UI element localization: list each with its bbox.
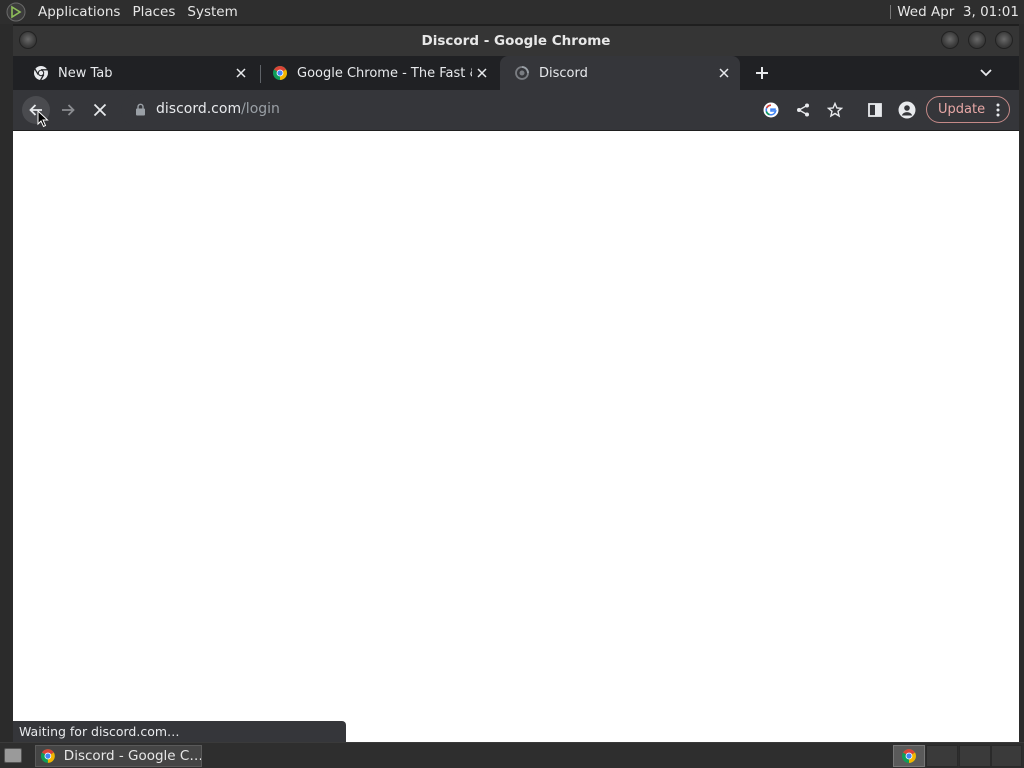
google-g-icon xyxy=(763,102,779,118)
google-lens-button[interactable] xyxy=(757,96,785,124)
tab-label: Google Chrome - The Fast & Secure Web Br… xyxy=(297,65,472,81)
workspace-2[interactable] xyxy=(926,745,958,767)
share-icon xyxy=(797,103,809,117)
chevron-down-icon xyxy=(980,69,992,77)
tab-close-icon[interactable] xyxy=(714,63,734,83)
url-host: discord.com xyxy=(156,101,242,117)
side-panel-icon xyxy=(868,103,882,117)
more-vertical-icon xyxy=(996,103,1000,117)
status-bubble: Waiting for discord.com… xyxy=(13,721,346,742)
bottom-taskbar: Discord - Google C… xyxy=(0,742,1024,768)
forward-arrow-icon xyxy=(62,104,75,116)
loading-icon xyxy=(515,66,529,80)
close-window-button[interactable] xyxy=(995,31,1013,49)
chrome-color-icon xyxy=(902,749,916,763)
mate-logo-icon[interactable] xyxy=(6,2,26,22)
taskbar-window-label: Discord - Google C… xyxy=(63,748,201,764)
tab-strip: New Tab Google Chrome - The Fast & Secur… xyxy=(13,56,1019,90)
toolbar: discord.com/login Update xyxy=(13,90,1019,130)
chrome-window: Discord - Google Chrome New Tab Google C… xyxy=(13,24,1019,742)
chrome-color-icon xyxy=(273,66,287,80)
tab-search-button[interactable] xyxy=(975,62,997,84)
mouse-cursor-icon xyxy=(37,110,49,128)
system-menu[interactable]: System xyxy=(181,4,243,20)
url-text[interactable]: discord.com/login xyxy=(156,101,280,117)
tab-close-icon[interactable] xyxy=(472,63,492,83)
tab-new-tab[interactable]: New Tab xyxy=(19,56,257,90)
avatar-icon xyxy=(898,101,916,119)
maximize-button[interactable] xyxy=(968,31,986,49)
url-path: /login xyxy=(241,101,280,117)
show-desktop-icon[interactable] xyxy=(4,748,22,763)
new-tab-button[interactable] xyxy=(751,62,773,84)
tab-close-icon[interactable] xyxy=(231,63,251,83)
lock-icon[interactable] xyxy=(135,103,146,116)
side-panel-button[interactable] xyxy=(861,96,889,124)
chrome-color-icon xyxy=(40,749,55,763)
tab-google-chrome[interactable]: Google Chrome - The Fast & Secure Web Br… xyxy=(258,56,498,90)
stop-loading-button[interactable] xyxy=(86,96,114,124)
update-label: Update xyxy=(938,102,986,117)
taskbar-window-button[interactable]: Discord - Google C… xyxy=(35,745,202,767)
star-icon xyxy=(827,102,843,118)
bookmark-button[interactable] xyxy=(821,96,849,124)
workspace-3[interactable] xyxy=(959,745,991,767)
tab-label: Discord xyxy=(539,65,588,81)
tab-label: New Tab xyxy=(58,65,113,81)
workspace-1[interactable] xyxy=(893,745,925,767)
update-button[interactable]: Update xyxy=(926,96,1010,123)
applications-menu[interactable]: Applications xyxy=(32,4,126,20)
places-menu[interactable]: Places xyxy=(126,4,181,20)
minimize-button[interactable] xyxy=(941,31,959,49)
window-title: Discord - Google Chrome xyxy=(421,33,611,49)
panel-separator xyxy=(890,5,892,19)
chrome-icon xyxy=(34,66,48,81)
profile-button[interactable] xyxy=(893,96,921,124)
clock[interactable]: Wed Apr 3, 01:01 xyxy=(897,4,1024,20)
tab-discord[interactable]: Discord xyxy=(500,56,740,90)
forward-button[interactable] xyxy=(54,96,82,124)
plus-icon xyxy=(756,67,768,79)
window-titlebar[interactable]: Discord - Google Chrome xyxy=(13,26,1019,56)
top-panel: Applications Places System Wed Apr 3, 01… xyxy=(0,0,1024,24)
page-content[interactable] xyxy=(13,131,1019,742)
workspace-4[interactable] xyxy=(991,745,1022,767)
stop-icon xyxy=(93,103,107,117)
share-button[interactable] xyxy=(789,96,817,124)
